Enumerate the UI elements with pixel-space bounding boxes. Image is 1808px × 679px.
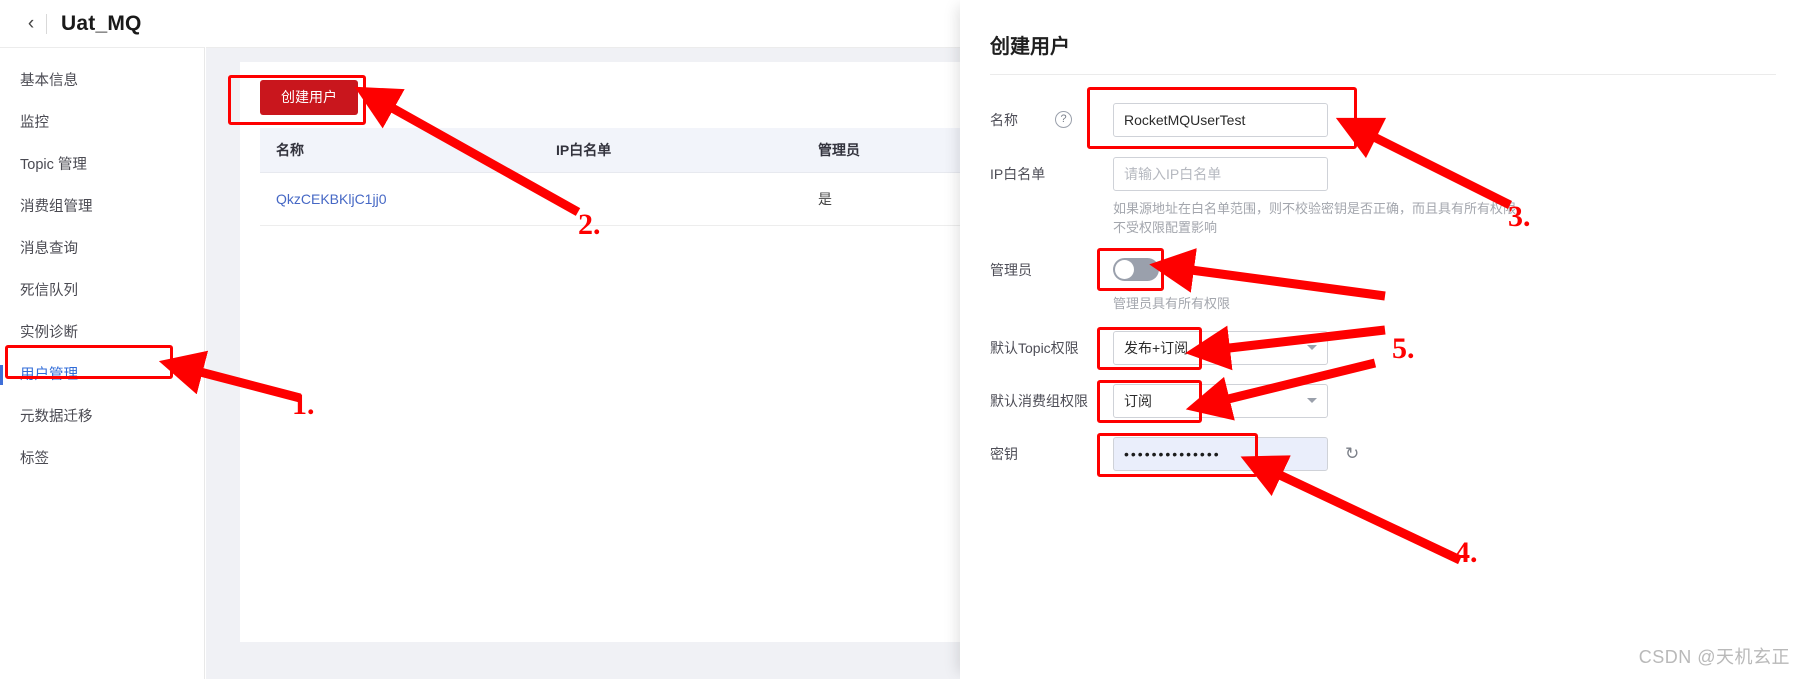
label-secret: 密钥 <box>990 446 1018 462</box>
user-list-card: 创建用户 名称 IP白名单 管理员 QkzCEKBKljC1jj0 是 <box>240 62 1000 642</box>
page-header: ‹ Uat_MQ <box>0 0 960 47</box>
default-topic-permission-select[interactable]: 发布+订阅 <box>1113 331 1328 365</box>
toggle-knob <box>1115 260 1134 279</box>
ip-whitelist-help-text: 如果源地址在白名单范围，则不校验密钥是否正确，而且具有所有权限，不受权限配置影响 <box>1113 201 1530 235</box>
sidebar-item-label: 元数据迁移 <box>20 409 93 425</box>
name-input[interactable]: RocketMQUserTest <box>1113 103 1328 137</box>
sidebar-item-label: 标签 <box>20 451 49 467</box>
sidebar-item-message-query[interactable]: 消息查询 <box>0 228 204 270</box>
cell-ip-whitelist <box>540 172 802 226</box>
chevron-left-icon[interactable]: ‹ <box>20 14 42 33</box>
drawer-title: 创建用户 <box>990 36 1070 58</box>
admin-toggle[interactable] <box>1113 258 1159 281</box>
table-header-row: 名称 IP白名单 管理员 <box>260 128 976 173</box>
sidebar-item-basic-info[interactable]: 基本信息 <box>0 60 204 102</box>
sidebar-item-label: 监控 <box>20 115 49 131</box>
user-table: 名称 IP白名单 管理员 QkzCEKBKljC1jj0 是 <box>260 128 976 226</box>
column-header-ip-whitelist: IP白名单 <box>540 128 802 173</box>
sidebar-item-label: 用户管理 <box>20 367 78 383</box>
sidebar-item-diagnostics[interactable]: 实例诊断 <box>0 312 204 354</box>
table-toolbar: 创建用户 <box>240 62 1000 128</box>
drawer-divider <box>990 74 1776 75</box>
create-user-drawer: 创建用户 名称 ? RocketMQUserTest IP白名单 请输入IP白名… <box>960 0 1808 679</box>
user-name-link[interactable]: QkzCEKBKljC1jj0 <box>276 191 386 207</box>
page-title: Uat_MQ <box>61 11 142 35</box>
header-divider <box>46 13 47 34</box>
column-header-admin: 管理员 <box>802 128 976 173</box>
default-group-permission-value: 订阅 <box>1124 393 1152 409</box>
sidebar-item-label: 消息查询 <box>20 241 78 257</box>
label-name: 名称 <box>990 112 1018 128</box>
create-user-button[interactable]: 创建用户 <box>260 80 358 115</box>
default-topic-permission-value: 发布+订阅 <box>1124 340 1189 356</box>
ip-whitelist-input[interactable]: 请输入IP白名单 <box>1113 157 1328 191</box>
sidebar-item-label: 死信队列 <box>20 283 78 299</box>
application-area: ‹ Uat_MQ 基本信息 监控 Topic 管理 消费组管理 消息查询 死信队… <box>0 0 1000 679</box>
cell-admin: 是 <box>802 172 976 226</box>
refresh-icon[interactable]: ↻ <box>1345 437 1359 471</box>
sidebar-item-tags[interactable]: 标签 <box>0 438 204 480</box>
sidebar-item-label: 基本信息 <box>20 73 78 89</box>
label-ip-whitelist: IP白名单 <box>990 166 1046 182</box>
label-admin: 管理员 <box>990 262 1032 278</box>
admin-help-text: 管理员具有所有权限 <box>1113 296 1231 311</box>
sidebar-item-label: 实例诊断 <box>20 325 78 341</box>
chevron-down-icon <box>1307 345 1317 350</box>
sidebar-item-metadata-migration[interactable]: 元数据迁移 <box>0 396 204 438</box>
sidebar-item-dead-letter[interactable]: 死信队列 <box>0 270 204 312</box>
question-mark-icon[interactable]: ? <box>1055 111 1072 128</box>
sidebar-item-group-manage[interactable]: 消费组管理 <box>0 186 204 228</box>
content-region: 创建用户 名称 IP白名单 管理员 QkzCEKBKljC1jj0 是 <box>206 47 1000 679</box>
default-group-permission-select[interactable]: 订阅 <box>1113 384 1328 418</box>
sidebar: 基本信息 监控 Topic 管理 消费组管理 消息查询 死信队列 实例诊断 用户… <box>0 47 205 679</box>
sidebar-item-user-manage[interactable]: 用户管理 <box>0 354 204 396</box>
sidebar-item-label: 消费组管理 <box>20 199 93 215</box>
sidebar-item-label: Topic 管理 <box>20 157 87 173</box>
label-default-group-permission: 默认消费组权限 <box>990 393 1088 409</box>
table-row[interactable]: QkzCEKBKljC1jj0 是 <box>260 172 976 226</box>
chevron-down-icon <box>1307 398 1317 403</box>
sidebar-item-monitoring[interactable]: 监控 <box>0 102 204 144</box>
secret-input[interactable]: •••••••••••••• <box>1113 437 1328 471</box>
sidebar-item-topic-manage[interactable]: Topic 管理 <box>0 144 204 186</box>
cell-user-name: QkzCEKBKljC1jj0 <box>260 172 540 226</box>
column-header-name: 名称 <box>260 128 540 173</box>
label-default-topic-permission: 默认Topic权限 <box>990 340 1079 356</box>
